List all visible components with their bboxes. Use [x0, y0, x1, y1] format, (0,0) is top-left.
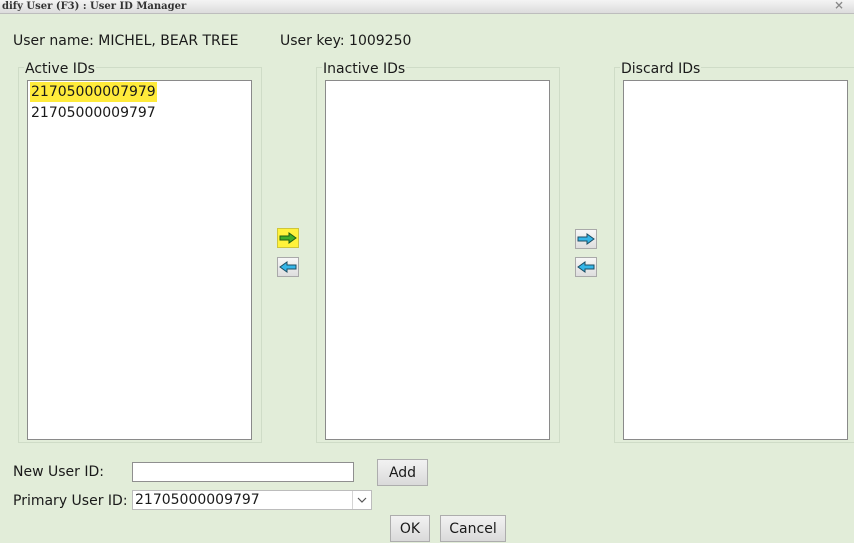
arrow-left-icon: [577, 261, 595, 273]
discard-ids-list[interactable]: [623, 80, 848, 440]
arrow-left-icon: [279, 261, 297, 273]
window-title-bar: dify User (F3) : User ID Manager ×: [0, 0, 854, 14]
move-to-discard-button[interactable]: [575, 229, 597, 249]
arrow-right-icon: [577, 233, 595, 245]
new-user-id-label: New User ID:: [13, 464, 104, 480]
move-to-inactive-from-discard-button[interactable]: [575, 257, 597, 277]
user-name-label: User name:: [13, 33, 94, 49]
user-key-label: User key:: [280, 33, 345, 49]
move-to-inactive-button[interactable]: [277, 228, 299, 248]
inactive-ids-label: Inactive IDs: [322, 61, 407, 77]
add-button[interactable]: Add: [377, 459, 428, 486]
window-title: dify User (F3) : User ID Manager: [2, 1, 187, 12]
chevron-down-icon: [352, 491, 371, 509]
primary-user-id-value: 21705000009797: [135, 492, 260, 508]
discard-ids-label: Discard IDs: [620, 61, 702, 77]
inactive-ids-list[interactable]: [325, 80, 550, 440]
user-key-info: User key: 1009250: [280, 33, 411, 49]
user-name-info: User name: MICHEL, BEAR TREE: [13, 33, 238, 49]
ok-button[interactable]: OK: [390, 515, 430, 542]
primary-user-id-label: Primary User ID:: [13, 493, 128, 509]
user-key-value: 1009250: [349, 33, 412, 49]
active-ids-label: Active IDs: [24, 61, 96, 77]
arrow-right-icon: [279, 232, 297, 244]
close-icon[interactable]: ×: [834, 0, 844, 12]
active-ids-list[interactable]: 21705000007979 21705000009797: [27, 80, 252, 440]
move-to-active-button[interactable]: [277, 257, 299, 277]
list-item[interactable]: 21705000007979: [30, 82, 157, 102]
user-name-value: MICHEL, BEAR TREE: [98, 33, 239, 49]
cancel-button[interactable]: Cancel: [440, 515, 506, 542]
list-item[interactable]: 21705000009797: [30, 103, 157, 123]
primary-user-id-select[interactable]: 21705000009797: [132, 490, 372, 510]
new-user-id-input[interactable]: [132, 462, 354, 482]
